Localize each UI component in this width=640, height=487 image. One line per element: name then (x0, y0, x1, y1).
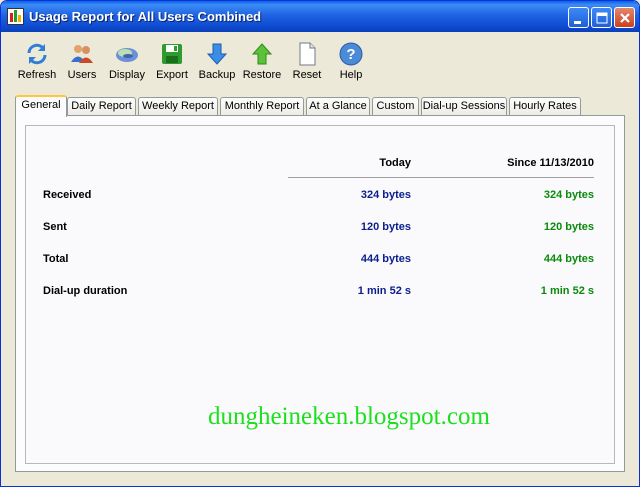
help-label: Help (339, 69, 363, 81)
tab-dial-up-sessions[interactable]: Dial-up Sessions (421, 97, 507, 115)
title-bar[interactable]: Usage Report for All Users Combined (1, 1, 639, 32)
close-button[interactable] (614, 7, 635, 28)
column-header-since: Since 11/13/2010 (507, 157, 594, 169)
dialup-duration-since-value: 1 min 52 s (540, 285, 594, 297)
column-header-today: Today (379, 157, 411, 169)
arrow-down-icon (206, 43, 228, 65)
blank-page-icon (299, 42, 316, 66)
tab-custom[interactable]: Custom (372, 97, 419, 115)
users-icon (71, 45, 93, 63)
reset-button[interactable]: Reset (282, 42, 332, 86)
help-button[interactable]: ? Help (326, 42, 376, 86)
export-label: Export (156, 69, 188, 81)
users-label: Users (67, 69, 97, 81)
total-since-value: 444 bytes (543, 253, 594, 265)
sent-today-value: 120 bytes (360, 221, 411, 233)
minimize-button[interactable] (568, 7, 589, 28)
close-icon (620, 13, 630, 23)
report-area: Today Since 11/13/2010 Received 324 byte… (25, 125, 615, 464)
refresh-button[interactable]: Refresh (12, 42, 62, 86)
maximize-button[interactable] (591, 7, 612, 28)
tab-general[interactable]: General (15, 95, 67, 117)
users-button[interactable]: Users (57, 42, 107, 86)
display-label: Display (108, 69, 146, 81)
minimize-icon (574, 21, 581, 24)
tab-monthly-report[interactable]: Monthly Report (220, 97, 304, 115)
export-button[interactable]: Export (147, 42, 197, 86)
app-window: Usage Report for All Users Combined Refr… (0, 0, 640, 487)
toolbar: Refresh Users Display Export Backup Rest… (1, 32, 639, 92)
tab-at-a-glance[interactable]: At a Glance (306, 97, 370, 115)
row-label-total: Total (43, 253, 69, 265)
dialup-duration-today-value: 1 min 52 s (357, 285, 411, 297)
save-disk-icon (162, 44, 182, 64)
display-button[interactable]: Display (102, 42, 152, 86)
refresh-icon (27, 43, 47, 65)
window-title: Usage Report for All Users Combined (29, 9, 262, 24)
tab-weekly-report[interactable]: Weekly Report (138, 97, 218, 115)
svg-text:?: ? (346, 46, 355, 63)
restore-label: Restore (242, 69, 282, 81)
display-icon (116, 48, 138, 62)
watermark-text: dungheineken.blogspot.com (208, 403, 490, 430)
header-divider (288, 177, 594, 178)
backup-button[interactable]: Backup (192, 42, 242, 86)
restore-button[interactable]: Restore (237, 42, 287, 86)
help-icon: ? (339, 42, 363, 66)
received-today-value: 324 bytes (360, 189, 411, 201)
received-since-value: 324 bytes (543, 189, 594, 201)
refresh-label: Refresh (17, 69, 57, 81)
bar-chart-icon (7, 8, 24, 25)
general-tab-panel: Today Since 11/13/2010 Received 324 byte… (15, 115, 625, 472)
sent-since-value: 120 bytes (543, 221, 594, 233)
row-label-dialup-duration: Dial-up duration (43, 285, 128, 297)
backup-label: Backup (198, 69, 236, 81)
reset-label: Reset (292, 69, 322, 81)
tab-hourly-rates[interactable]: Hourly Rates (509, 97, 581, 115)
arrow-up-icon (251, 43, 273, 65)
total-today-value: 444 bytes (360, 253, 411, 265)
row-label-sent: Sent (43, 221, 67, 233)
maximize-icon (596, 12, 608, 24)
row-label-received: Received (43, 189, 92, 201)
tab-daily-report[interactable]: Daily Report (67, 97, 136, 115)
